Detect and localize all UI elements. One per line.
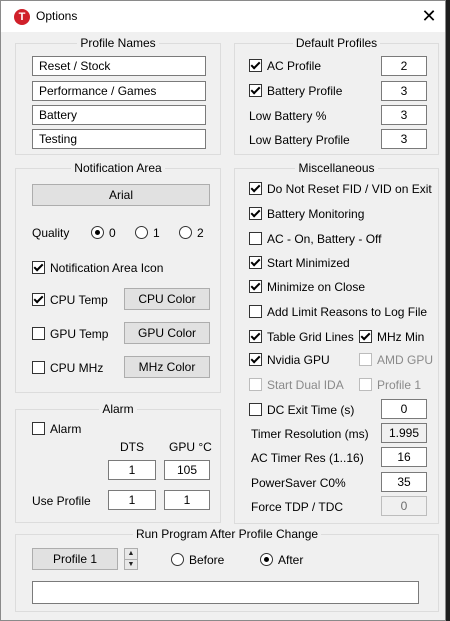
checkbox-icon — [32, 361, 45, 374]
add-limit-reasons-checkbox[interactable]: Add Limit Reasons to Log File — [249, 305, 427, 319]
profile-name-field-1[interactable]: Reset / Stock — [32, 56, 206, 76]
radio-selected-icon — [260, 553, 273, 566]
mhz-color-button[interactable]: MHz Color — [124, 356, 210, 378]
use-profile-dts-field[interactable]: 1 — [108, 490, 156, 510]
profile-name-field-2[interactable]: Performance / Games — [32, 81, 206, 101]
radio-icon — [179, 226, 192, 239]
cpu-temp-checkbox[interactable]: CPU Temp — [32, 293, 108, 307]
ac-timer-res-field[interactable]: 16 — [381, 447, 427, 467]
powersaver-label: PowerSaver C0% — [251, 476, 346, 490]
checkbox-icon — [32, 327, 45, 340]
gpu-temp-checkbox[interactable]: GPU Temp — [32, 327, 108, 341]
gpu-color-button[interactable]: GPU Color — [124, 322, 210, 344]
dc-exit-time-checkbox[interactable]: DC Exit Time (s) — [249, 403, 354, 417]
alarm-checkbox[interactable]: Alarm — [32, 422, 81, 436]
low-battery-profile-label: Low Battery Profile — [249, 133, 350, 147]
table-grid-lines-checkbox[interactable]: Table Grid Lines — [249, 330, 354, 344]
notification-icon-checkbox[interactable]: Notification Area Icon — [32, 261, 163, 275]
checkbox-checked-icon — [249, 353, 262, 366]
ac-profile-field[interactable]: 2 — [381, 56, 427, 76]
alarm-gpu-field[interactable]: 105 — [164, 460, 210, 480]
low-battery-pct-label: Low Battery % — [249, 109, 327, 123]
force-tdp-field[interactable]: 0 — [381, 496, 427, 516]
timer-resolution-value: 1.995 — [381, 423, 427, 443]
low-battery-pct-field[interactable]: 3 — [381, 105, 427, 125]
minimize-on-close-checkbox[interactable]: Minimize on Close — [249, 280, 365, 294]
checkbox-icon — [249, 232, 262, 245]
options-window: T Options ✕ Profile Names Reset / Stock … — [0, 0, 446, 621]
cpu-mhz-checkbox[interactable]: CPU MHz — [32, 361, 103, 375]
cpu-color-button[interactable]: CPU Color — [124, 288, 210, 310]
close-button[interactable]: ✕ — [414, 3, 444, 30]
checkbox-checked-icon — [32, 293, 45, 306]
ac-profile-checkbox[interactable]: AC Profile — [249, 59, 321, 73]
battery-profile-field[interactable]: 3 — [381, 81, 427, 101]
quality-radio-1[interactable]: 1 — [135, 226, 160, 240]
start-minimized-checkbox[interactable]: Start Minimized — [249, 256, 350, 270]
after-radio[interactable]: After — [260, 553, 303, 567]
run-profile-button[interactable]: Profile 1 — [32, 548, 118, 570]
before-radio[interactable]: Before — [171, 553, 224, 567]
radio-icon — [135, 226, 148, 239]
spin-up-icon[interactable]: ▲ — [125, 549, 137, 560]
program-path-input[interactable] — [32, 581, 419, 604]
title-bar[interactable]: T Options ✕ — [1, 1, 445, 32]
window-title: Options — [36, 9, 78, 23]
profile-1-checkbox[interactable]: Profile 1 — [359, 378, 421, 392]
checkbox-checked-icon — [249, 256, 262, 269]
timer-resolution-label: Timer Resolution (ms) — [251, 427, 369, 441]
powersaver-field[interactable]: 35 — [381, 472, 427, 492]
use-profile-gpu-field[interactable]: 1 — [164, 490, 210, 510]
profile-spinner[interactable]: ▲ ▼ — [124, 548, 138, 570]
spin-down-icon[interactable]: ▼ — [125, 560, 137, 570]
force-tdp-label: Force TDP / TDC — [251, 500, 344, 514]
dc-exit-time-field[interactable]: 0 — [381, 399, 427, 419]
quality-radio-0[interactable]: 0 — [91, 226, 116, 240]
group-title: Alarm — [99, 402, 137, 416]
checkbox-checked-icon — [249, 182, 262, 195]
checkbox-checked-icon — [249, 84, 262, 97]
miscellaneous-group: Miscellaneous — [234, 161, 439, 524]
low-battery-profile-field[interactable]: 3 — [381, 129, 427, 149]
checkbox-checked-icon — [249, 59, 262, 72]
checkbox-checked-icon — [249, 207, 262, 220]
group-title: Notification Area — [71, 161, 165, 175]
profile-name-field-4[interactable]: Testing — [32, 129, 206, 149]
checkbox-checked-icon — [249, 330, 262, 343]
group-title: Run Program After Profile Change — [132, 527, 322, 541]
radio-selected-icon — [91, 226, 104, 239]
mhz-min-checkbox[interactable]: MHz Min — [359, 330, 424, 344]
group-title: Profile Names — [77, 36, 159, 50]
battery-monitoring-checkbox[interactable]: Battery Monitoring — [249, 207, 364, 221]
dts-header: DTS — [120, 440, 144, 454]
checkbox-checked-icon — [32, 261, 45, 274]
alarm-dts-field[interactable]: 1 — [108, 460, 156, 480]
quality-radio-2[interactable]: 2 — [179, 226, 204, 240]
checkbox-icon — [249, 378, 262, 391]
do-not-reset-checkbox[interactable]: Do Not Reset FID / VID on Exit — [249, 182, 432, 196]
profile-name-field-3[interactable]: Battery — [32, 105, 206, 125]
font-button[interactable]: Arial — [32, 184, 210, 206]
checkbox-checked-icon — [249, 280, 262, 293]
ac-on-battery-off-checkbox[interactable]: AC - On, Battery - Off — [249, 232, 381, 246]
quality-label: Quality — [32, 226, 70, 240]
checkbox-icon — [249, 403, 262, 416]
amd-gpu-checkbox[interactable]: AMD GPU — [359, 353, 433, 367]
use-profile-label: Use Profile — [32, 494, 91, 508]
checkbox-icon — [359, 378, 372, 391]
group-title: Miscellaneous — [295, 161, 378, 175]
app-icon: T — [14, 9, 30, 25]
checkbox-icon — [249, 305, 262, 318]
checkbox-icon — [32, 422, 45, 435]
close-icon: ✕ — [421, 6, 437, 26]
checkbox-checked-icon — [359, 330, 372, 343]
gpu-header: GPU °C — [169, 440, 212, 454]
checkbox-icon — [359, 353, 372, 366]
battery-profile-checkbox[interactable]: Battery Profile — [249, 84, 342, 98]
ac-timer-res-label: AC Timer Res (1..16) — [251, 451, 364, 465]
nvidia-gpu-checkbox[interactable]: Nvidia GPU — [249, 353, 330, 367]
radio-icon — [171, 553, 184, 566]
start-dual-ida-checkbox[interactable]: Start Dual IDA — [249, 378, 344, 392]
group-title: Default Profiles — [292, 36, 381, 50]
